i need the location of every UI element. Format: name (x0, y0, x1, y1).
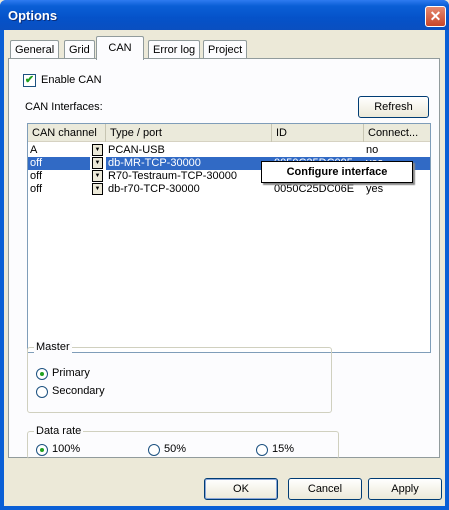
rate-50-radio[interactable] (148, 444, 160, 456)
cell-port: R70-Testraum-TCP-30000 (108, 170, 237, 182)
cell-channel: off (30, 170, 43, 182)
cell-channel: off (28, 157, 90, 170)
chevron-down-icon[interactable]: ▼ (92, 144, 103, 156)
rate-15-radio[interactable] (256, 444, 268, 456)
tab-can[interactable]: CAN (96, 36, 144, 60)
ok-button[interactable]: OK (204, 478, 278, 500)
column-header-connected[interactable]: Connect... (364, 124, 430, 142)
enable-can-label: Enable CAN (41, 74, 102, 86)
cell-id (272, 144, 364, 157)
secondary-radio[interactable] (36, 386, 48, 398)
title-bar[interactable]: Options ✕ (0, 0, 449, 30)
options-window: Options ✕ General Grid CAN Error log Pro… (0, 0, 449, 510)
tab-grid[interactable]: Grid (64, 40, 95, 59)
enable-can-checkbox[interactable]: ✔ (23, 74, 36, 87)
tab-error-log[interactable]: Error log (148, 40, 201, 59)
master-group-title: Master (34, 341, 72, 353)
cell-channel: off (30, 183, 43, 195)
rate-100-radio[interactable] (36, 444, 48, 456)
cell-port: db-r70-TCP-30000 (108, 183, 200, 195)
chevron-down-icon[interactable]: ▼ (92, 170, 103, 182)
dialog-client: General Grid CAN Error log Project ✔ Ena… (4, 30, 445, 506)
primary-radio[interactable] (36, 368, 48, 380)
primary-label: Primary (52, 367, 90, 379)
master-group: Master Primary Secondary (27, 341, 332, 413)
table-row[interactable]: A ▼ PCAN-USB no (28, 144, 430, 157)
rate-15-label: 15% (272, 443, 295, 455)
cell-port: PCAN-USB (108, 144, 165, 156)
cell-connected: yes (366, 183, 384, 195)
tab-general[interactable]: General (10, 40, 60, 59)
column-header-channel[interactable]: CAN channel (28, 124, 106, 142)
rate-100-label: 100% (52, 443, 81, 455)
close-button[interactable]: ✕ (425, 6, 446, 27)
close-icon: ✕ (429, 8, 442, 24)
rate-50-label: 50% (164, 443, 187, 455)
secondary-label: Secondary (52, 385, 105, 397)
apply-button[interactable]: Apply (368, 478, 442, 500)
cell-channel: A (30, 144, 38, 156)
cell-id: 0050C25DC06E (274, 183, 355, 195)
column-header-port[interactable]: Type / port (106, 124, 272, 142)
list-header: CAN channel Type / port ID Connect... (28, 124, 430, 142)
column-header-id[interactable]: ID (272, 124, 364, 142)
can-interfaces-list[interactable]: CAN channel Type / port ID Connect... A … (27, 123, 431, 353)
chevron-down-icon[interactable]: ▼ (92, 157, 103, 169)
cancel-button[interactable]: Cancel (288, 478, 362, 500)
tab-project[interactable]: Project (203, 40, 248, 59)
chevron-down-icon[interactable]: ▼ (92, 183, 103, 195)
data-rate-group-title: Data rate (34, 425, 84, 437)
table-row[interactable]: off ▼ db-r70-TCP-30000 0050C25DC06E yes (28, 183, 430, 196)
cell-port: db-MR-TCP-30000 (106, 157, 272, 170)
can-interfaces-label: CAN Interfaces: (25, 101, 103, 113)
window-title: Options (8, 8, 58, 23)
data-rate-group: Data rate 100% 50% 15% (27, 425, 339, 459)
context-menu-configure-interface[interactable]: Configure interface (261, 161, 413, 183)
refresh-button[interactable]: Refresh (358, 96, 429, 118)
can-tab-panel: ✔ Enable CAN CAN Interfaces: Refresh CAN… (8, 58, 440, 459)
cell-connected: no (366, 144, 379, 156)
